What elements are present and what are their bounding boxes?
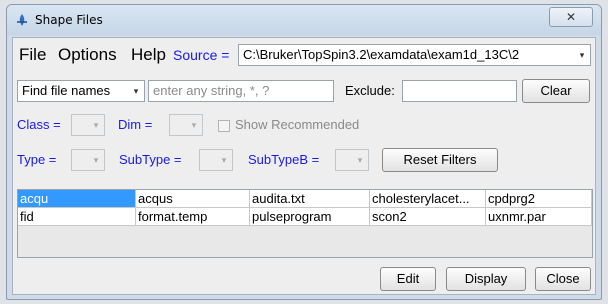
file-cell[interactable]: pulseprogram bbox=[250, 208, 370, 226]
subtype-label: SubType = bbox=[119, 152, 182, 167]
window-title: Shape Files bbox=[35, 13, 103, 27]
clear-button-label: Clear bbox=[540, 83, 572, 98]
file-cell[interactable]: audita.txt bbox=[250, 190, 370, 208]
shape-files-window: Shape Files ✕ File Options Help Source =… bbox=[6, 4, 602, 300]
title-bar[interactable]: Shape Files ✕ bbox=[7, 5, 601, 35]
reset-filters-button[interactable]: Reset Filters bbox=[382, 148, 498, 172]
dim-select[interactable]: ▾ bbox=[169, 114, 203, 136]
close-button-label: Close bbox=[546, 271, 580, 286]
search-hint: enter any string, *, ? bbox=[153, 83, 270, 98]
file-cell[interactable]: format.temp bbox=[136, 208, 250, 226]
display-button[interactable]: Display bbox=[446, 267, 526, 291]
class-select[interactable]: ▾ bbox=[71, 114, 105, 136]
exclude-label: Exclude: bbox=[345, 83, 395, 98]
search-input[interactable]: enter any string, *, ? bbox=[148, 80, 334, 102]
close-icon: ✕ bbox=[565, 10, 577, 24]
topspin-shape-icon bbox=[17, 14, 27, 26]
edit-button[interactable]: Edit bbox=[380, 267, 436, 291]
exclude-input[interactable] bbox=[402, 80, 517, 102]
source-dropdown[interactable]: C:\Bruker\TopSpin3.2\examdata\exam1d_13C… bbox=[238, 44, 591, 66]
file-cell[interactable]: uxnmr.par bbox=[486, 208, 592, 226]
search-mode-select[interactable]: Find file names ▾ bbox=[17, 80, 145, 102]
file-cell[interactable]: acqu bbox=[18, 190, 136, 208]
file-cell[interactable]: cpdprg2 bbox=[486, 190, 592, 208]
type-label: Type = bbox=[17, 152, 57, 167]
menu-file[interactable]: File bbox=[19, 44, 46, 66]
edit-button-label: Edit bbox=[396, 271, 420, 286]
menu-bar: File Options Help Source = C:\Bruker\Top… bbox=[13, 44, 595, 68]
clear-button[interactable]: Clear bbox=[522, 79, 590, 103]
source-label: Source = bbox=[173, 47, 230, 63]
file-cell[interactable]: acqus bbox=[136, 190, 250, 208]
menu-help[interactable]: Help bbox=[131, 44, 166, 66]
dim-label: Dim = bbox=[118, 117, 153, 132]
subtypeb-label: SubTypeB = bbox=[248, 152, 320, 167]
display-button-label: Display bbox=[464, 271, 508, 286]
window-close-button[interactable]: ✕ bbox=[549, 7, 593, 27]
chevron-down-icon: ▾ bbox=[93, 155, 99, 165]
chevron-down-icon: ▾ bbox=[357, 155, 363, 165]
class-label: Class = bbox=[17, 117, 61, 132]
chevron-down-icon: ▾ bbox=[191, 120, 197, 130]
file-cell[interactable]: cholesterylacet... bbox=[370, 190, 486, 208]
source-path: C:\Bruker\TopSpin3.2\examdata\exam1d_13C… bbox=[243, 47, 520, 62]
show-recommended-label: Show Recommended bbox=[235, 117, 360, 132]
menu-options[interactable]: Options bbox=[58, 44, 117, 66]
chevron-down-icon: ▾ bbox=[221, 155, 227, 165]
chevron-down-icon: ▾ bbox=[579, 50, 585, 60]
file-cell[interactable]: fid bbox=[18, 208, 136, 226]
subtypeb-select[interactable]: ▾ bbox=[335, 149, 369, 171]
subtype-select[interactable]: ▾ bbox=[199, 149, 233, 171]
search-mode-value: Find file names bbox=[22, 83, 111, 98]
file-cell[interactable]: scon2 bbox=[370, 208, 486, 226]
chevron-down-icon: ▾ bbox=[93, 120, 99, 130]
reset-filters-label: Reset Filters bbox=[403, 152, 477, 167]
type-select[interactable]: ▾ bbox=[71, 149, 105, 171]
dialog-content: File Options Help Source = C:\Bruker\Top… bbox=[12, 37, 596, 295]
show-recommended-checkbox[interactable] bbox=[218, 120, 230, 132]
close-button[interactable]: Close bbox=[535, 267, 591, 291]
chevron-down-icon: ▾ bbox=[133, 86, 139, 96]
file-table: acqu acqus audita.txt cholesterylacet...… bbox=[17, 189, 593, 258]
